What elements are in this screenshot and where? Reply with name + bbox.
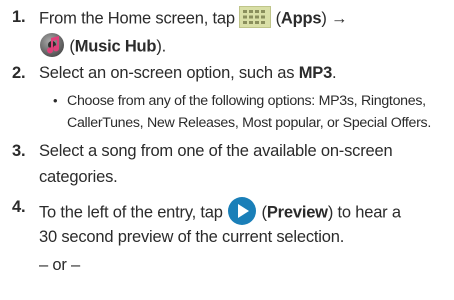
preview-label: Preview bbox=[266, 203, 328, 222]
music-hub-icon bbox=[39, 32, 65, 58]
options-bullet: • Choose from any of the following optio… bbox=[50, 93, 450, 139]
step-text-tail: ) to hear a bbox=[327, 203, 401, 222]
paren-period: ). bbox=[156, 37, 166, 56]
bullet-line-1: Choose from any of the following options… bbox=[67, 93, 426, 109]
music-hub-label: Music Hub bbox=[74, 37, 157, 56]
step-3-line-2: categories. bbox=[39, 168, 118, 186]
apps-grid-icon bbox=[239, 6, 272, 28]
step-1-line-2: (Music Hub). bbox=[39, 32, 166, 60]
step-text: From the Home screen, tap bbox=[39, 9, 235, 28]
preview-play-icon bbox=[227, 196, 257, 226]
step-text: Select an on-screen option, such as bbox=[39, 64, 295, 82]
step-3: 3. Select a song from one of the availab… bbox=[0, 142, 454, 194]
step-4: 4. To the left of the entry, tap (Previe… bbox=[0, 196, 454, 298]
step-4-line-1: To the left of the entry, tap (Preview) … bbox=[39, 196, 401, 228]
option-mp3: MP3 bbox=[298, 64, 333, 82]
instructions-page: 1. From the Home screen, tap (Apps) → (M… bbox=[0, 0, 454, 300]
step-number: 2. bbox=[12, 64, 26, 82]
bullet-line-2: CallerTunes, New Releases, Most popular,… bbox=[67, 115, 431, 131]
paren-arrow: ) → bbox=[321, 9, 348, 28]
step-number: 1. bbox=[12, 8, 26, 26]
step-3-line-1: Select a song from one of the available … bbox=[39, 142, 393, 160]
step-number: 3. bbox=[12, 142, 26, 160]
apps-label: Apps bbox=[280, 9, 322, 28]
or-separator: – or – bbox=[39, 256, 80, 274]
step-2: 2. Select an on-screen option, such as M… bbox=[0, 64, 454, 88]
step-1-line-1: From the Home screen, tap (Apps) → bbox=[39, 6, 348, 30]
step-text: To the left of the entry, tap bbox=[39, 203, 223, 222]
period: . bbox=[332, 64, 337, 82]
step-1: 1. From the Home screen, tap (Apps) → (M… bbox=[0, 4, 454, 64]
step-2-line-1: Select an on-screen option, such as MP3. bbox=[39, 64, 337, 83]
bullet-dot: • bbox=[53, 93, 58, 108]
step-number: 4. bbox=[12, 198, 26, 216]
step-4-line-2: 30 second preview of the current selecti… bbox=[39, 228, 345, 246]
